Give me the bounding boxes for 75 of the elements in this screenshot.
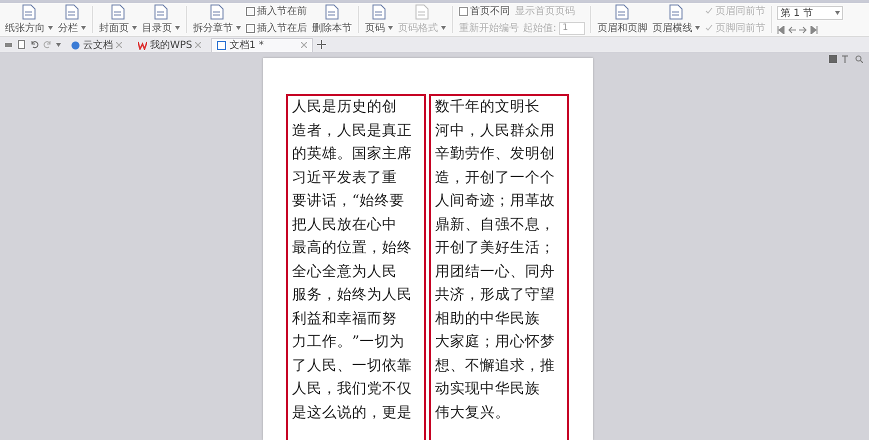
undo-icon[interactable] (30, 40, 39, 49)
w-logo-icon (138, 40, 147, 50)
text-line: 河中，人民群众用 (435, 122, 555, 140)
toolbar-button[interactable]: 封面页 (98, 3, 138, 36)
section-select[interactable]: 第 1 节 (777, 6, 844, 20)
text-line: 人民是历史的创 (292, 98, 397, 117)
checkbox-icon (459, 6, 468, 16)
toolbar-button[interactable]: 目录页 (141, 3, 181, 36)
text-line: 习近平发表了重 (292, 168, 397, 188)
close-icon[interactable] (116, 42, 122, 48)
text-line: 开创了美好生活； (435, 238, 555, 258)
text-line: 伟大复兴。 (435, 404, 510, 422)
toolbar-button[interactable]: 纸张方向 (4, 3, 54, 36)
caret-icon (132, 26, 137, 30)
text-line: 人民，我们党不仅 (292, 380, 412, 399)
last-icon[interactable] (810, 26, 818, 34)
text-line: 用团结一心、同舟 (435, 262, 555, 282)
text-line: 数千年的文明长 (435, 98, 540, 117)
text-line: 的英雄。国家主席 (292, 144, 412, 164)
text-line: 共济，形成了守望 (435, 286, 555, 305)
caret-icon (835, 10, 840, 14)
check-icon (705, 7, 714, 15)
text-line: 最高的位置，始终 (292, 238, 412, 258)
toolbar-button[interactable]: 页码 (364, 3, 394, 36)
caret-icon (441, 26, 446, 30)
text-line: 鼎新、自强不息， (435, 216, 555, 234)
toolbar-button[interactable]: 插入节在后 (245, 21, 308, 35)
text-line: 全心全意为人民 (292, 262, 397, 282)
document-tab[interactable]: 我的WPS (132, 38, 208, 52)
text-line: 了人民、一切依靠 (292, 356, 412, 376)
text-line: 大家庭；用心怀梦 (435, 332, 555, 352)
text-line: 利益和幸福而努 (292, 310, 397, 328)
caret-icon (56, 42, 61, 46)
cloud-icon (71, 40, 80, 50)
toolbar-button[interactable]: 插入节在前 (245, 4, 308, 18)
text-line: 想、不懈追求，推 (435, 356, 555, 376)
close-icon[interactable] (301, 42, 308, 48)
caret-icon (695, 26, 700, 30)
toolbar-button[interactable]: 页眉和页脚 (596, 3, 648, 36)
document-tab[interactable]: 文档1 * (211, 38, 314, 52)
text-line: 要讲话，“始终要 (292, 192, 404, 211)
caret-icon (175, 26, 180, 30)
first-icon[interactable] (777, 26, 786, 34)
document-tab[interactable]: 云文档 (65, 38, 128, 52)
toolbar-button[interactable]: 删除本节 (311, 3, 353, 36)
text-line: 造，开创了一个个 (435, 168, 555, 188)
search-icon[interactable] (855, 55, 863, 63)
toolbar-button[interactable]: 分栏 (57, 3, 87, 36)
text-line: 辛勤劳作、发明创 (435, 144, 555, 164)
text-line: 相助的中华民族 (435, 310, 540, 328)
caret-icon (236, 26, 241, 30)
toolbar-button[interactable]: 拆分章节 (192, 3, 242, 36)
text-line: 把人民放在心中 (292, 216, 397, 234)
text-line: 力工作。”一切为 (292, 333, 404, 352)
caret-icon (388, 26, 393, 30)
text-line: 造者，人民是真正 (292, 122, 412, 140)
text-line: 人间奇迹；用革故 (435, 192, 555, 211)
redo-icon[interactable] (43, 40, 52, 49)
text-line: 服务，始终为人民 (292, 286, 412, 305)
new-document-icon[interactable] (17, 40, 26, 49)
document-icon (217, 40, 226, 50)
caret-icon (81, 26, 86, 30)
right-arrow-icon[interactable] (799, 26, 808, 34)
print-icon[interactable] (4, 40, 13, 49)
check-icon (705, 24, 714, 32)
format-icon[interactable] (842, 55, 850, 63)
left-arrow-icon[interactable] (788, 26, 796, 34)
field-label: 起始值: (523, 22, 556, 35)
toolbar-button[interactable]: 页眉横线 (651, 3, 702, 36)
close-icon[interactable] (195, 42, 202, 48)
caret-icon (48, 26, 53, 30)
checkbox[interactable]: 首页不同 (458, 4, 511, 18)
text-line: 是这么说的，更是 (292, 404, 412, 422)
text-line: 动实现中华民族 (435, 380, 540, 399)
plus-icon[interactable] (317, 40, 326, 49)
